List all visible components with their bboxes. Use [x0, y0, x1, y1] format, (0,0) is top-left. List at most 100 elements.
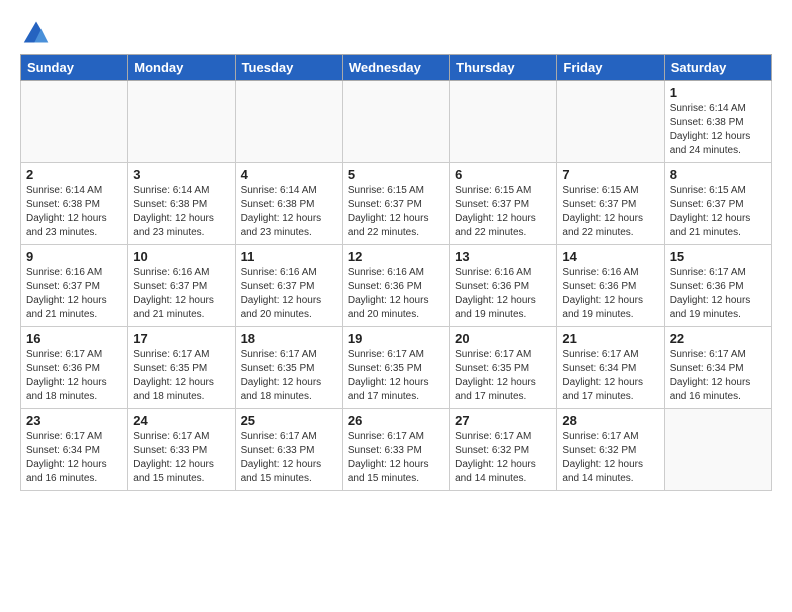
day-detail: Sunrise: 6:15 AM Sunset: 6:37 PM Dayligh…: [348, 184, 444, 240]
day-detail: Sunrise: 6:17 AM Sunset: 6:33 PM Dayligh…: [133, 430, 229, 486]
day-cell: 20 Sunrise: 6:17 AM Sunset: 6:35 PM Dayli…: [450, 327, 557, 409]
day-cell: 1 Sunrise: 6:14 AM Sunset: 6:38 PM Daylig…: [664, 81, 771, 163]
day-detail: Sunrise: 6:15 AM Sunset: 6:37 PM Dayligh…: [562, 184, 658, 240]
day-number: 20: [455, 331, 551, 346]
day-number: 27: [455, 413, 551, 428]
day-cell: 19 Sunrise: 6:17 AM Sunset: 6:35 PM Dayli…: [342, 327, 449, 409]
day-detail: Sunrise: 6:17 AM Sunset: 6:34 PM Dayligh…: [26, 430, 122, 486]
day-number: 25: [241, 413, 337, 428]
day-cell: [664, 409, 771, 491]
day-detail: Sunrise: 6:17 AM Sunset: 6:36 PM Dayligh…: [26, 348, 122, 404]
day-cell: 4 Sunrise: 6:14 AM Sunset: 6:38 PM Daylig…: [235, 163, 342, 245]
day-cell: 2Sunrise: 6:14 AM Sunset: 6:38 PM Daylig…: [21, 163, 128, 245]
day-number: 1: [670, 85, 766, 100]
day-cell: 6Sunrise: 6:15 AM Sunset: 6:37 PM Daylig…: [450, 163, 557, 245]
day-number: 3: [133, 167, 229, 182]
day-number: 4: [241, 167, 337, 182]
day-number: 21: [562, 331, 658, 346]
day-number: 19: [348, 331, 444, 346]
day-number: 8: [670, 167, 766, 182]
day-cell: [342, 81, 449, 163]
day-detail: Sunrise: 6:17 AM Sunset: 6:34 PM Dayligh…: [670, 348, 766, 404]
weekday-header-row: SundayMondayTuesdayWednesdayThursdayFrid…: [21, 55, 772, 81]
day-detail: Sunrise: 6:17 AM Sunset: 6:32 PM Dayligh…: [562, 430, 658, 486]
day-cell: 5 Sunrise: 6:15 AM Sunset: 6:37 PM Daylig…: [342, 163, 449, 245]
week-row-5: 23 Sunrise: 6:17 AM Sunset: 6:34 PM Dayli…: [21, 409, 772, 491]
day-detail: Sunrise: 6:16 AM Sunset: 6:37 PM Dayligh…: [133, 266, 229, 322]
day-cell: 9 Sunrise: 6:16 AM Sunset: 6:37 PM Daylig…: [21, 245, 128, 327]
day-number: 17: [133, 331, 229, 346]
day-detail: Sunrise: 6:17 AM Sunset: 6:33 PM Dayligh…: [241, 430, 337, 486]
day-cell: [21, 81, 128, 163]
day-number: 16: [26, 331, 122, 346]
day-detail: Sunrise: 6:17 AM Sunset: 6:35 PM Dayligh…: [348, 348, 444, 404]
day-cell: 15 Sunrise: 6:17 AM Sunset: 6:36 PM Dayli…: [664, 245, 771, 327]
day-number: 7: [562, 167, 658, 182]
weekday-saturday: Saturday: [664, 55, 771, 81]
page: SundayMondayTuesdayWednesdayThursdayFrid…: [0, 0, 792, 509]
day-detail: Sunrise: 6:14 AM Sunset: 6:38 PM Dayligh…: [133, 184, 229, 240]
day-detail: Sunrise: 6:16 AM Sunset: 6:36 PM Dayligh…: [348, 266, 444, 322]
day-cell: 12 Sunrise: 6:16 AM Sunset: 6:36 PM Dayli…: [342, 245, 449, 327]
day-cell: 14 Sunrise: 6:16 AM Sunset: 6:36 PM Dayli…: [557, 245, 664, 327]
day-cell: 7 Sunrise: 6:15 AM Sunset: 6:37 PM Daylig…: [557, 163, 664, 245]
day-cell: 11 Sunrise: 6:16 AM Sunset: 6:37 PM Dayli…: [235, 245, 342, 327]
day-cell: 28 Sunrise: 6:17 AM Sunset: 6:32 PM Dayli…: [557, 409, 664, 491]
day-cell: 23 Sunrise: 6:17 AM Sunset: 6:34 PM Dayli…: [21, 409, 128, 491]
weekday-wednesday: Wednesday: [342, 55, 449, 81]
day-cell: 21 Sunrise: 6:17 AM Sunset: 6:34 PM Dayli…: [557, 327, 664, 409]
weekday-sunday: Sunday: [21, 55, 128, 81]
day-detail: Sunrise: 6:17 AM Sunset: 6:33 PM Dayligh…: [348, 430, 444, 486]
day-number: 12: [348, 249, 444, 264]
day-detail: Sunrise: 6:16 AM Sunset: 6:36 PM Dayligh…: [562, 266, 658, 322]
day-cell: 3 Sunrise: 6:14 AM Sunset: 6:38 PM Daylig…: [128, 163, 235, 245]
day-detail: Sunrise: 6:14 AM Sunset: 6:38 PM Dayligh…: [26, 184, 122, 240]
day-number: 24: [133, 413, 229, 428]
day-detail: Sunrise: 6:17 AM Sunset: 6:35 PM Dayligh…: [241, 348, 337, 404]
weekday-monday: Monday: [128, 55, 235, 81]
day-cell: [128, 81, 235, 163]
day-cell: 24 Sunrise: 6:17 AM Sunset: 6:33 PM Dayli…: [128, 409, 235, 491]
day-detail: Sunrise: 6:17 AM Sunset: 6:36 PM Dayligh…: [670, 266, 766, 322]
day-number: 5: [348, 167, 444, 182]
weekday-friday: Friday: [557, 55, 664, 81]
day-detail: Sunrise: 6:16 AM Sunset: 6:37 PM Dayligh…: [26, 266, 122, 322]
day-number: 10: [133, 249, 229, 264]
day-number: 28: [562, 413, 658, 428]
day-cell: 27Sunrise: 6:17 AM Sunset: 6:32 PM Dayli…: [450, 409, 557, 491]
day-cell: 17Sunrise: 6:17 AM Sunset: 6:35 PM Dayli…: [128, 327, 235, 409]
calendar-table: SundayMondayTuesdayWednesdayThursdayFrid…: [20, 54, 772, 491]
day-detail: Sunrise: 6:15 AM Sunset: 6:37 PM Dayligh…: [455, 184, 551, 240]
day-cell: 13 Sunrise: 6:16 AM Sunset: 6:36 PM Dayli…: [450, 245, 557, 327]
week-row-1: 1 Sunrise: 6:14 AM Sunset: 6:38 PM Daylig…: [21, 81, 772, 163]
day-cell: 18Sunrise: 6:17 AM Sunset: 6:35 PM Dayli…: [235, 327, 342, 409]
day-detail: Sunrise: 6:15 AM Sunset: 6:37 PM Dayligh…: [670, 184, 766, 240]
day-cell: 8 Sunrise: 6:15 AM Sunset: 6:37 PM Daylig…: [664, 163, 771, 245]
logo-icon: [22, 18, 50, 46]
day-number: 14: [562, 249, 658, 264]
day-detail: Sunrise: 6:16 AM Sunset: 6:36 PM Dayligh…: [455, 266, 551, 322]
week-row-4: 16 Sunrise: 6:17 AM Sunset: 6:36 PM Dayli…: [21, 327, 772, 409]
week-row-3: 9 Sunrise: 6:16 AM Sunset: 6:37 PM Daylig…: [21, 245, 772, 327]
day-detail: Sunrise: 6:14 AM Sunset: 6:38 PM Dayligh…: [241, 184, 337, 240]
day-cell: 22 Sunrise: 6:17 AM Sunset: 6:34 PM Dayli…: [664, 327, 771, 409]
day-number: 15: [670, 249, 766, 264]
day-detail: Sunrise: 6:16 AM Sunset: 6:37 PM Dayligh…: [241, 266, 337, 322]
day-number: 23: [26, 413, 122, 428]
weekday-tuesday: Tuesday: [235, 55, 342, 81]
day-number: 26: [348, 413, 444, 428]
day-detail: Sunrise: 6:17 AM Sunset: 6:34 PM Dayligh…: [562, 348, 658, 404]
day-detail: Sunrise: 6:17 AM Sunset: 6:35 PM Dayligh…: [455, 348, 551, 404]
weekday-thursday: Thursday: [450, 55, 557, 81]
day-cell: [557, 81, 664, 163]
day-number: 13: [455, 249, 551, 264]
day-cell: 26 Sunrise: 6:17 AM Sunset: 6:33 PM Dayli…: [342, 409, 449, 491]
week-row-2: 2Sunrise: 6:14 AM Sunset: 6:38 PM Daylig…: [21, 163, 772, 245]
header: [20, 18, 772, 46]
day-number: 22: [670, 331, 766, 346]
logo: [20, 18, 50, 46]
day-detail: Sunrise: 6:14 AM Sunset: 6:38 PM Dayligh…: [670, 102, 766, 158]
day-number: 11: [241, 249, 337, 264]
day-cell: 10 Sunrise: 6:16 AM Sunset: 6:37 PM Dayli…: [128, 245, 235, 327]
day-number: 9: [26, 249, 122, 264]
